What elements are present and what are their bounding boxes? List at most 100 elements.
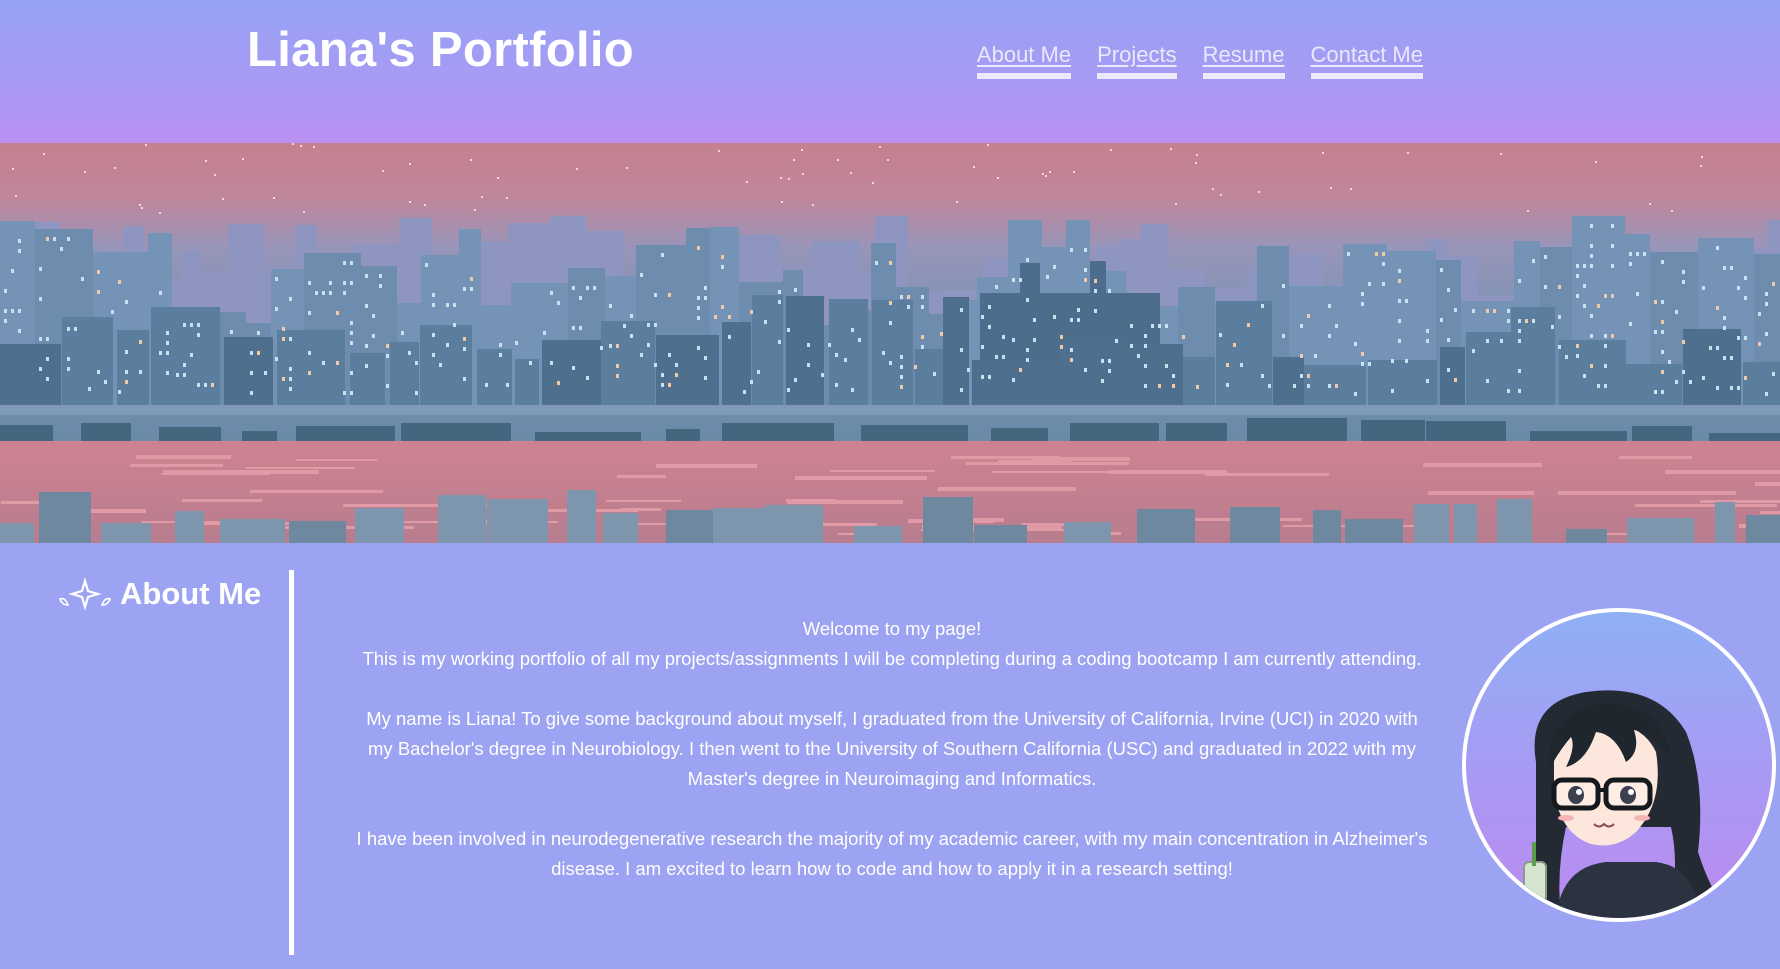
skyline-pixel [1576, 354, 1579, 358]
skyline-pixel [18, 329, 21, 333]
site-title: Liana's Portfolio [247, 23, 635, 77]
skyline-pixel [386, 384, 389, 388]
skyline-pixel [603, 513, 638, 543]
skyline-pixel [887, 159, 889, 161]
profile-avatar [1462, 608, 1776, 922]
skyline-pixel [988, 305, 991, 309]
skyline-pixel [1558, 345, 1561, 349]
skyline-pixel [1045, 175, 1047, 177]
skyline-pixel [900, 375, 903, 379]
skyline-pixel [1361, 362, 1364, 366]
skyline-pixel [242, 431, 277, 441]
skyline-pixel [940, 332, 943, 336]
skyline-pixel [697, 306, 700, 310]
skyline-pixel [1744, 296, 1747, 300]
skyline-pixel [1518, 319, 1521, 323]
skyline-pixel [1226, 363, 1229, 367]
skyline-pixel [872, 182, 874, 184]
skyline-pixel [53, 237, 56, 241]
skyline-pixel [145, 144, 147, 146]
skyline-pixel [550, 361, 553, 365]
skyline-pixel [1649, 203, 1651, 205]
skyline-pixel [647, 343, 650, 347]
skyline-pixel [837, 159, 839, 161]
skyline-pixel [1454, 308, 1457, 312]
skyline-pixel [257, 331, 260, 335]
skyline-pixel [718, 150, 720, 152]
skyline-pixel [365, 344, 368, 348]
skyline-pixel [1300, 354, 1303, 358]
nav-link-contact-me[interactable]: Contact Me [1310, 42, 1423, 79]
skyline-pixel [1335, 324, 1338, 328]
skyline-pixel [1026, 258, 1029, 262]
skyline-pixel [675, 373, 678, 377]
skyline-pixel [1094, 309, 1097, 313]
skyline-pixel [214, 174, 216, 176]
skyline-pixel [1716, 386, 1719, 390]
skyline-pixel [1212, 188, 1214, 190]
skyline-pixel [787, 388, 790, 392]
skyline-pixel [1108, 289, 1111, 293]
nav-link-projects[interactable]: Projects [1097, 42, 1177, 79]
skyline-pixel [1391, 359, 1394, 363]
skyline-pixel [1345, 519, 1403, 543]
skyline-pixel [793, 159, 795, 161]
skyline-pixel [1447, 338, 1450, 342]
skyline-pixel [125, 350, 128, 354]
skyline-pixel [668, 383, 671, 387]
skyline-pixel [409, 201, 411, 203]
skyline-pixel [656, 335, 719, 405]
background-text: My name is Liana! To give some backgroun… [366, 708, 1418, 789]
skyline-pixel [67, 367, 70, 371]
skyline-pixel [1398, 279, 1401, 283]
skyline-pixel [1682, 270, 1685, 274]
skyline-pixel [372, 334, 375, 338]
skyline-pixel [697, 346, 700, 350]
skyline-pixel [97, 370, 100, 374]
nav-link-resume[interactable]: Resume [1202, 42, 1285, 79]
skyline-pixel [1447, 368, 1450, 372]
skyline-pixel [1070, 318, 1073, 322]
site-header: Liana's Portfolio About Me Projects Resu… [0, 0, 1780, 143]
skyline-pixel [141, 207, 143, 209]
skyline-pixel [97, 290, 100, 294]
skyline-pixel [1611, 264, 1614, 268]
nav-link-about-me[interactable]: About Me [976, 42, 1072, 79]
skyline-pixel [1758, 342, 1761, 346]
skyline-pixel [308, 281, 311, 285]
skyline-pixel [1626, 364, 1682, 405]
skyline-pixel [600, 346, 603, 350]
skyline-pixel [1772, 282, 1775, 286]
skyline-pixel [0, 523, 34, 543]
skyline-pixel [1629, 262, 1632, 266]
skyline-pixel [1683, 329, 1741, 405]
skyline-pixel [875, 261, 878, 265]
skyline-pixel [889, 321, 892, 325]
skyline-pixel [579, 326, 582, 330]
skyline-pixel [415, 361, 418, 365]
skyline-pixel [972, 360, 996, 405]
skyline-pixel [289, 367, 292, 371]
skyline-pixel [654, 293, 657, 297]
skyline-pixel [713, 508, 765, 543]
skyline-pixel [981, 375, 984, 379]
skyline-pixel [1668, 360, 1671, 364]
skyline-pixel [1486, 339, 1489, 343]
skyline-pixel [117, 330, 149, 405]
skyline-pixel [485, 383, 488, 387]
skyline-pixel [907, 305, 910, 309]
skyline-pixel [182, 499, 262, 502]
skyline-pixel [446, 303, 449, 307]
skyline-pixel [988, 325, 991, 329]
skyline-pixel [1426, 329, 1429, 333]
skyline-pixel [900, 295, 903, 299]
skyline-pixel [139, 204, 141, 206]
skyline-pixel [1053, 315, 1056, 319]
skyline-pixel [1716, 346, 1719, 350]
skyline-pixel [626, 167, 628, 169]
skyline-pixel [1293, 384, 1296, 388]
skyline-pixel [1382, 282, 1385, 286]
skyline-pixel [1012, 278, 1015, 282]
skyline-pixel [336, 311, 339, 315]
skyline-pixel [39, 337, 42, 341]
